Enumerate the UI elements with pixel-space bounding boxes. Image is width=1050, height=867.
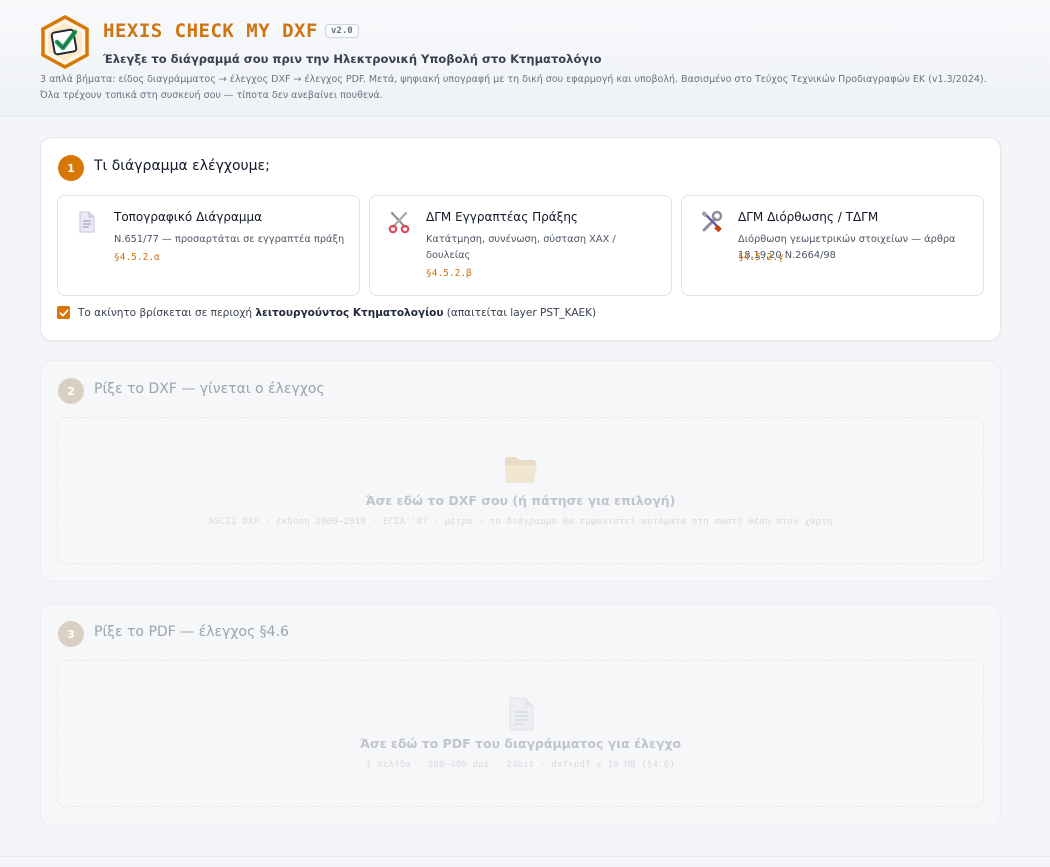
checkbox-text-bold: λειτουργούντος Κτηματολογίου [255, 306, 444, 319]
cadastre-checkbox-row[interactable]: Το ακίνητο βρίσκεται σε περιοχή λειτουργ… [57, 306, 596, 319]
option-spec-reference: §4.5.2.β [426, 268, 472, 279]
pdf-dropzone[interactable]: Άσε εδώ το PDF του διαγράμματος για έλεγ… [57, 660, 984, 807]
option-title: Τοπογραφικό Διάγραμμα [114, 210, 263, 224]
dxf-drop-title: Άσε εδώ το DXF σου (ή πάτησε για επιλογή… [365, 493, 676, 508]
step1-title: Τι διάγραμμα ελέγχουμε; [94, 158, 270, 174]
step3-title: Ρίξε το PDF — έλεγχος §4.6 [94, 624, 289, 640]
step1-number-badge: 1 [58, 155, 84, 181]
cadastre-checkbox-label: Το ακίνητο βρίσκεται σε περιοχή λειτουργ… [78, 307, 596, 319]
step1-card: 1 Τι διάγραμμα ελέγχουμε; Τοπογραφικό Δι… [40, 137, 1001, 341]
app-description: 3 απλά βήματα: είδος διαγράμματος → έλεγ… [40, 74, 987, 101]
footer-divider [0, 856, 1050, 857]
dxf-dropzone[interactable]: Άσε εδώ το DXF σου (ή πάτησε για επιλογή… [57, 417, 984, 564]
app-title: HEXIS CHECK MY DXF [103, 20, 318, 42]
tools-icon [700, 210, 723, 234]
option-description: Ν.651/77 — προσαρτάται σε εγγραπτέα πράξ… [114, 234, 345, 245]
document-icon [76, 210, 98, 234]
option-spec-reference: §4.5.2.α [114, 252, 160, 263]
option-title: ΔΓΜ Διόρθωσης / ΤΔΓΜ [738, 210, 879, 224]
logo-hexagon-check-icon [40, 15, 90, 69]
version-badge: v2.0 [325, 24, 359, 38]
option-description: Κατάτμηση, συνένωση, σύσταση ΧΑΧ / δουλε… [426, 234, 616, 261]
step2-card: 2 Ρίξε το DXF — γίνεται ο έλεγχος Άσε εδ… [40, 360, 1001, 582]
cadastre-checkbox[interactable] [57, 306, 70, 319]
pdf-drop-title: Άσε εδώ το PDF του διαγράμματος για έλεγ… [359, 736, 682, 751]
app-subtitle: Έλεγξε το διάγραμμά σου πριν την Ηλεκτρο… [103, 52, 602, 66]
option-title: ΔΓΜ Εγγραπτέας Πράξης [426, 210, 578, 224]
step2-number-badge: 2 [58, 378, 84, 404]
step3-card: 3 Ρίξε το PDF — έλεγχος §4.6 Άσε εδώ το … [40, 603, 1001, 826]
dxf-drop-hint: ASCII DXF · έκδοση 2000–2018 · ΕΓΣΑ '87 … [208, 517, 833, 527]
option-topographic-diagram[interactable]: Τοπογραφικό Διάγραμμα Ν.651/77 — προσαρτ… [57, 195, 360, 296]
checkbox-text-after: (απαιτείται layer PST_KAEK) [443, 306, 597, 319]
option-spec-reference: §4.5.2.γ [738, 252, 784, 263]
folder-icon [503, 454, 539, 488]
app-header: HEXIS CHECK MY DXF v2.0 Έλεγξε το διάγρα… [0, 0, 1050, 117]
checkbox-text-before: Το ακίνητο βρίσκεται σε περιοχή [78, 306, 256, 319]
scissors-icon [388, 210, 410, 234]
option-dgm-correction[interactable]: ΔΓΜ Διόρθωσης / ΤΔΓΜ Διόρθωση γεωμετρικώ… [681, 195, 984, 296]
file-icon [507, 697, 535, 735]
step3-number-badge: 3 [58, 621, 84, 647]
pdf-drop-hint: 1 σελίδα · 200–400 dpi · 24bit · dxf+pdf… [365, 760, 675, 770]
option-dgm-registrable-act[interactable]: ΔΓΜ Εγγραπτέας Πράξης Κατάτμηση, συνένωσ… [369, 195, 672, 296]
step2-title: Ρίξε το DXF — γίνεται ο έλεγχος [94, 381, 325, 397]
checkmark-icon [59, 309, 68, 316]
